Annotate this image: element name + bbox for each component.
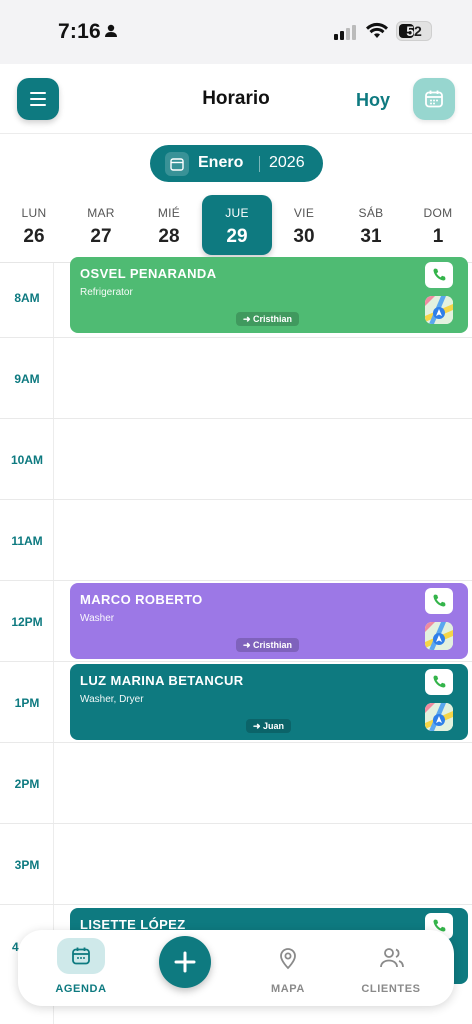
wifi-icon [366,22,388,38]
technician-badge: ➜ Cristhian [236,312,300,326]
appointment-card[interactable]: LUZ MARINA BETANCUR Washer, Dryer ➜ Juan [70,664,468,740]
hour-line [0,661,472,662]
nav-clientes[interactable]: CLIENTES [346,930,436,1006]
day-lun[interactable]: LUN 26 [1,195,67,255]
battery-icon: 52 [396,21,432,41]
status-time: 7:16 [58,20,101,43]
day-date: 1 [432,226,444,247]
divider [259,156,260,172]
day-mar[interactable]: MAR 27 [68,195,134,255]
maps-button[interactable] [425,622,453,650]
client-name: LUZ MARINA BETANCUR [80,673,244,688]
nav-label: AGENDA [55,983,107,995]
schedule-grid[interactable]: 8AM 9AM 10AM 11AM 12PM 1PM 2PM 3PM 4 OSV… [0,257,472,1024]
maps-button[interactable] [425,296,453,324]
phone-icon [433,268,446,281]
maps-icon [425,296,453,324]
calendar-button[interactable] [413,78,455,120]
screen: 7:16 52 Horario Hoy Enero 2026 LUN 26 MAR… [0,0,472,1024]
technician-badge: ➜ Cristhian [236,638,300,652]
person-icon [105,24,117,37]
maps-icon [425,622,453,650]
week-strip: LUN 26 MAR 27 MIÉ 28 JUE 29 VIE 30 SÁB 31 DOM 1 [0,190,472,262]
battery-level: 52 [406,23,422,39]
calendar-icon [425,90,443,108]
day-date: 27 [90,226,112,247]
day-mie[interactable]: MIÉ 28 [136,195,202,255]
hour-line [0,499,472,500]
calendar-icon [165,152,189,176]
technician-badge: ➜ Juan [246,719,292,733]
plus-icon [174,951,196,973]
hour-label: 10AM [10,453,43,467]
call-button[interactable] [425,262,453,288]
day-name: LUN [21,206,47,220]
day-jue-selected[interactable]: JUE 29 [202,195,272,255]
day-vie[interactable]: VIE 30 [271,195,337,255]
day-date: 26 [23,226,45,247]
appointment-card[interactable]: MARCO ROBERTO Washer ➜ Cristhian [70,583,468,659]
day-date: 29 [226,226,248,247]
day-dom[interactable]: DOM 1 [405,195,471,255]
hour-label: 3PM [14,858,40,872]
hour-label: 1PM [14,696,40,710]
nav-label: CLIENTES [361,983,421,995]
day-name: DOM [423,206,453,220]
hour-label: 9AM [14,372,40,386]
hour-line [0,742,472,743]
day-name: JUE [225,206,249,220]
hour-label: 8AM [14,291,40,305]
client-name: OSVEL PENARANDA [80,266,217,281]
phone-icon [433,594,446,607]
month-label: Enero [198,154,244,171]
appointment-card[interactable]: OSVEL PENARANDA Refrigerator ➜ Cristhian [70,257,468,333]
hour-line [0,823,472,824]
hour-line [0,580,472,581]
day-date: 30 [293,226,315,247]
nav-agenda[interactable]: AGENDA [43,930,119,1006]
add-appointment-button[interactable] [159,936,211,988]
maps-button[interactable] [425,703,453,731]
nav-label: MAPA [271,983,305,995]
hour-label: 2PM [14,777,40,791]
calendar-icon [57,938,105,974]
hour-line [0,418,472,419]
day-date: 28 [158,226,180,247]
call-button[interactable] [425,588,453,614]
hour-line [0,337,472,338]
call-button[interactable] [425,669,453,695]
month-picker[interactable]: Enero 2026 [150,145,323,182]
day-date: 31 [360,226,382,247]
map-pin-icon [280,948,296,970]
appliance-label: Washer [80,613,115,624]
day-name: MIÉ [157,206,181,220]
hour-label: 11AM [11,534,43,548]
today-button[interactable]: Hoy [356,90,390,111]
nav-mapa[interactable]: MAPA [248,930,328,1006]
appliance-label: Refrigerator [80,287,133,298]
users-icon [380,948,404,968]
maps-icon [425,703,453,731]
year-label: 2026 [269,154,305,171]
bottom-nav: AGENDA MAPA CLIENTES [18,930,454,1006]
page-title: Horario [202,88,270,109]
client-name: MARCO ROBERTO [80,592,203,607]
day-name: VIE [293,206,315,220]
appliance-label: Washer, Dryer [80,694,144,705]
hour-line [0,904,472,905]
day-name: SÁB [358,206,384,220]
status-bar: 7:16 52 [0,0,472,64]
app-header: Horario Hoy [0,64,472,134]
hour-label: 12PM [11,615,43,629]
phone-icon [433,675,446,688]
day-sab[interactable]: SÁB 31 [338,195,404,255]
cellular-signal-icon [334,25,356,40]
day-name: MAR [87,206,115,220]
